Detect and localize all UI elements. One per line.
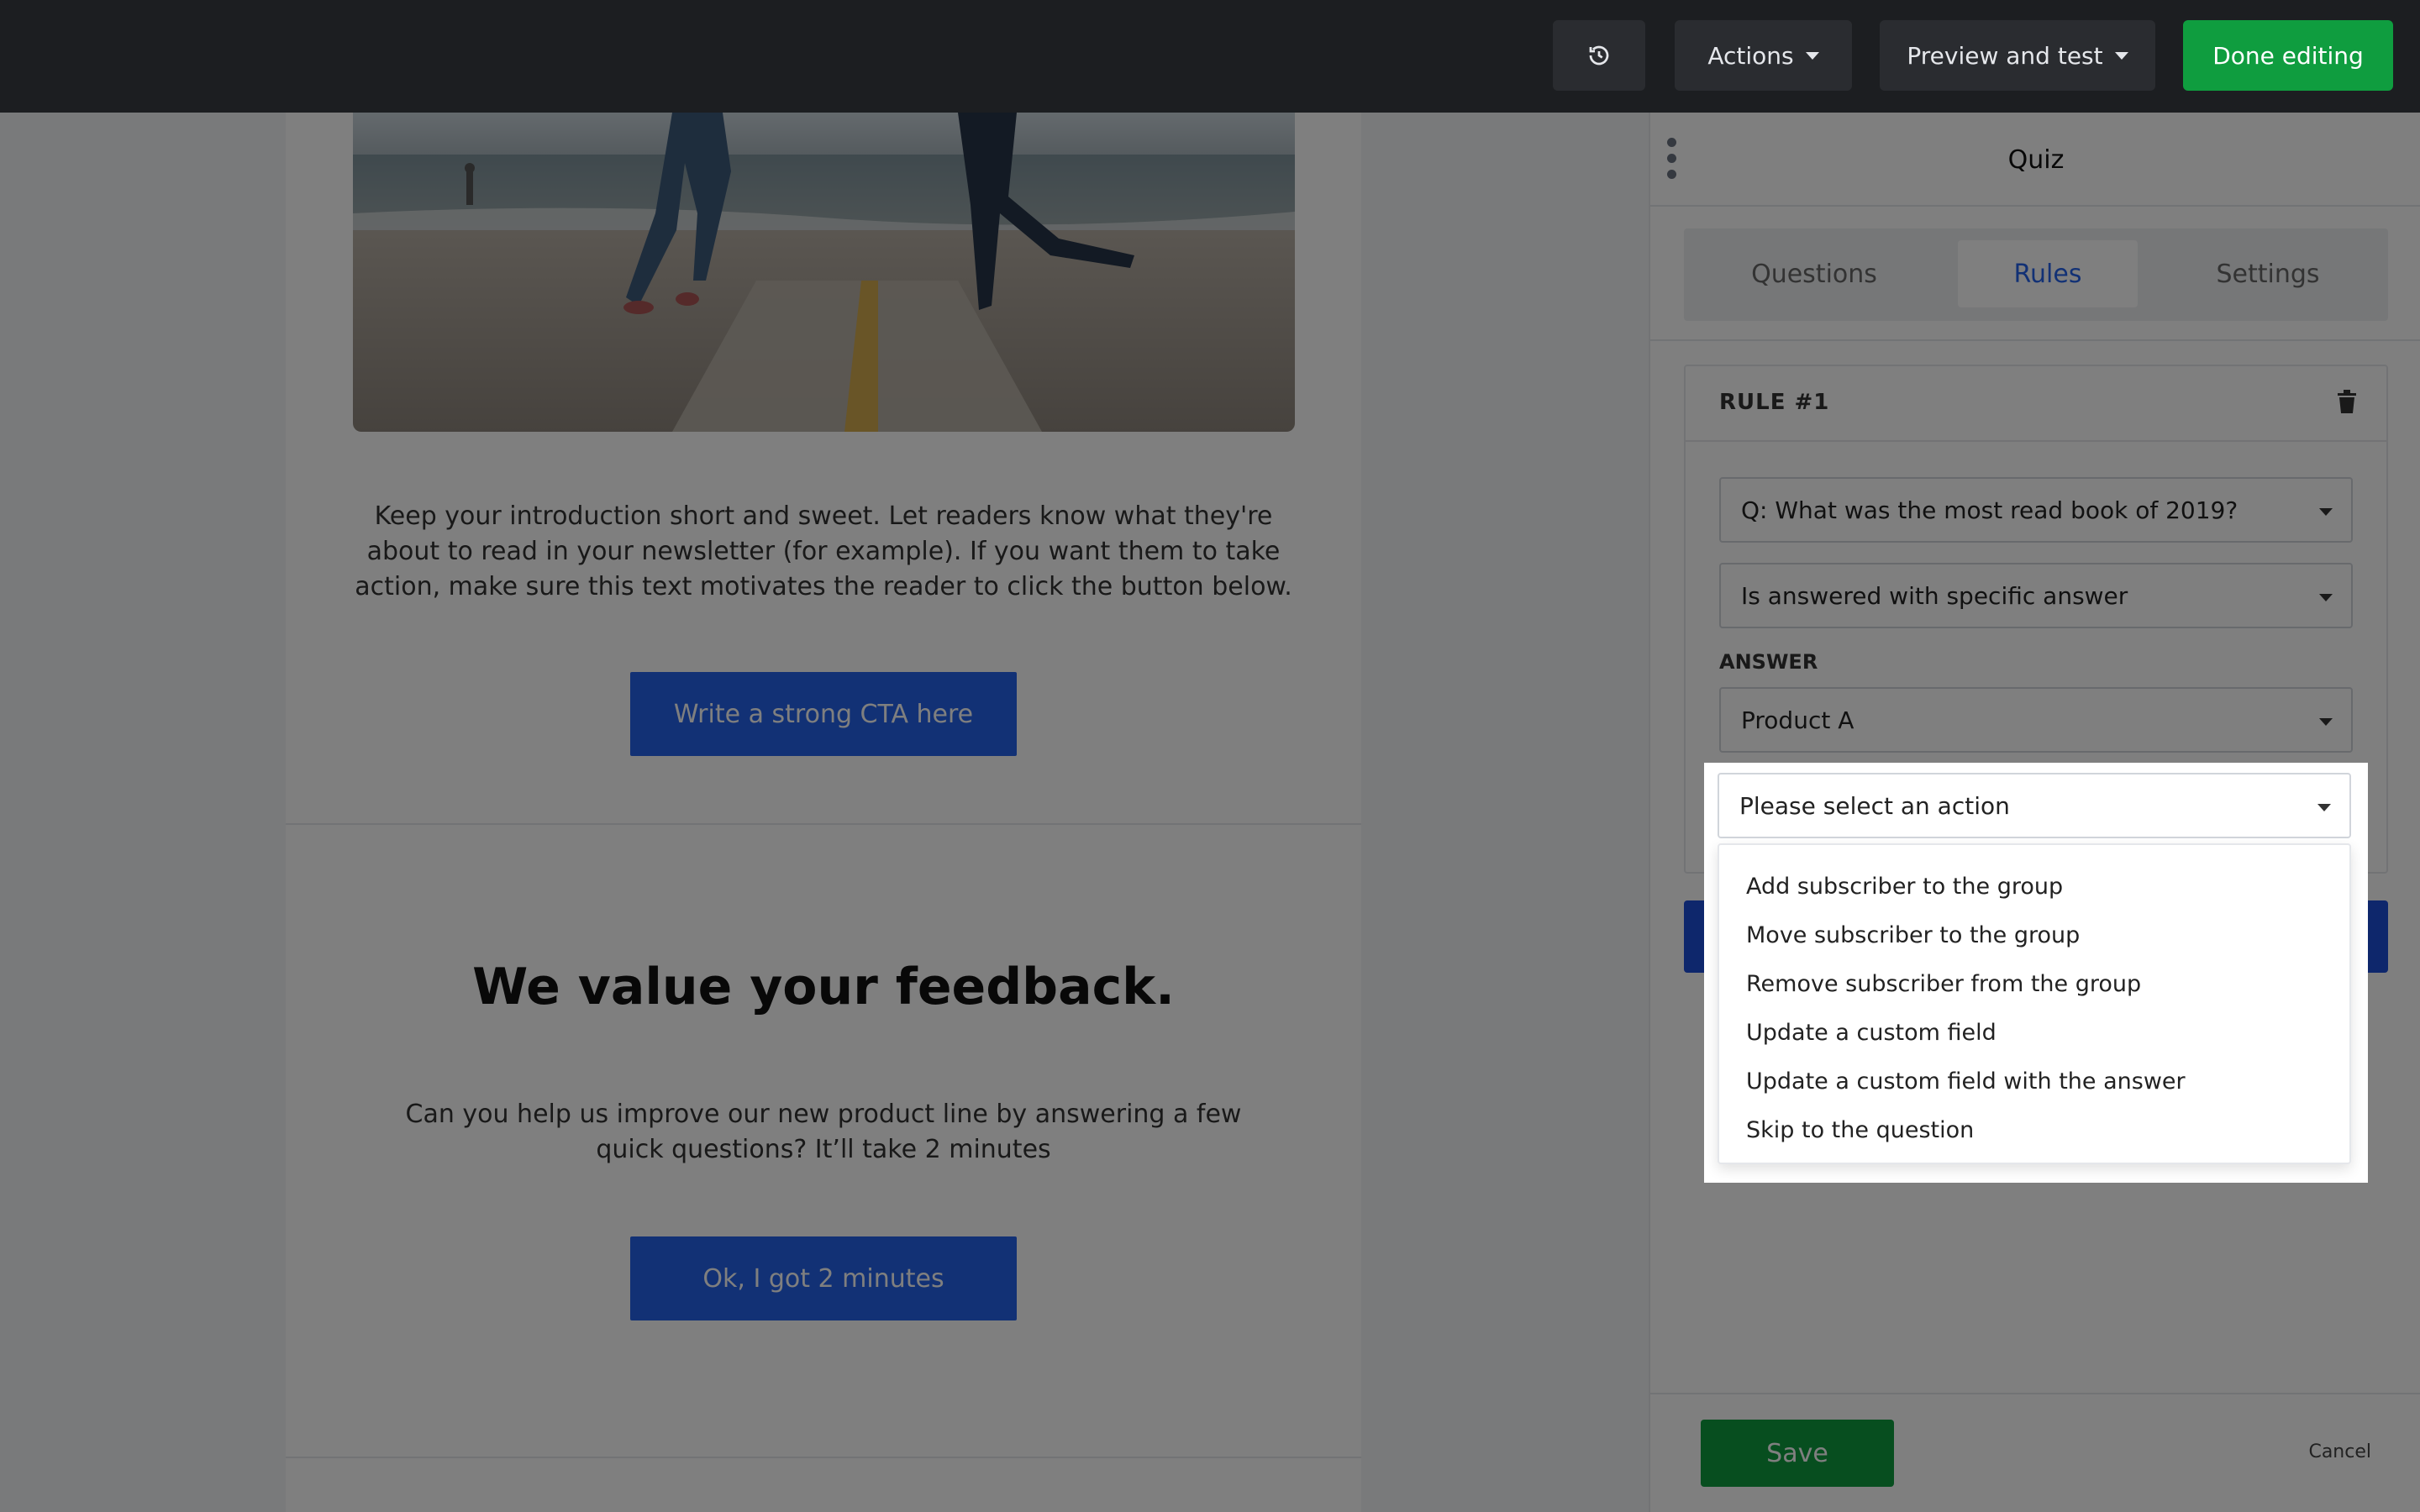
action-option-remove-from-group[interactable]: Remove subscriber from the group bbox=[1719, 959, 2349, 1008]
history-icon bbox=[1589, 45, 1609, 66]
done-editing-button[interactable]: Done editing bbox=[2183, 20, 2393, 91]
action-select-placeholder: Please select an action bbox=[1739, 791, 2010, 820]
chevron-down-icon bbox=[1805, 51, 1819, 60]
action-dropdown-highlight: Please select an action Add subscriber t… bbox=[1704, 763, 2368, 1183]
action-option-move-to-group[interactable]: Move subscriber to the group bbox=[1719, 911, 2349, 959]
chevron-down-icon bbox=[2317, 804, 2331, 811]
actions-label: Actions bbox=[1707, 41, 1794, 70]
top-toolbar: Actions Preview and test Done editing bbox=[0, 0, 2420, 113]
history-button[interactable] bbox=[1553, 20, 1645, 91]
action-option-update-field-with-answer[interactable]: Update a custom field with the answer bbox=[1719, 1057, 2349, 1105]
action-select[interactable]: Please select an action bbox=[1718, 773, 2351, 838]
action-option-skip-to-question[interactable]: Skip to the question bbox=[1719, 1105, 2349, 1154]
action-option-add-to-group[interactable]: Add subscriber to the group bbox=[1719, 862, 2349, 911]
preview-label: Preview and test bbox=[1907, 41, 2103, 70]
action-option-update-custom-field[interactable]: Update a custom field bbox=[1719, 1008, 2349, 1057]
chevron-down-icon bbox=[2114, 51, 2128, 60]
action-dropdown-menu: Add subscriber to the group Move subscri… bbox=[1718, 843, 2351, 1164]
preview-and-test-button[interactable]: Preview and test bbox=[1880, 20, 2155, 91]
actions-dropdown-button[interactable]: Actions bbox=[1675, 20, 1852, 91]
